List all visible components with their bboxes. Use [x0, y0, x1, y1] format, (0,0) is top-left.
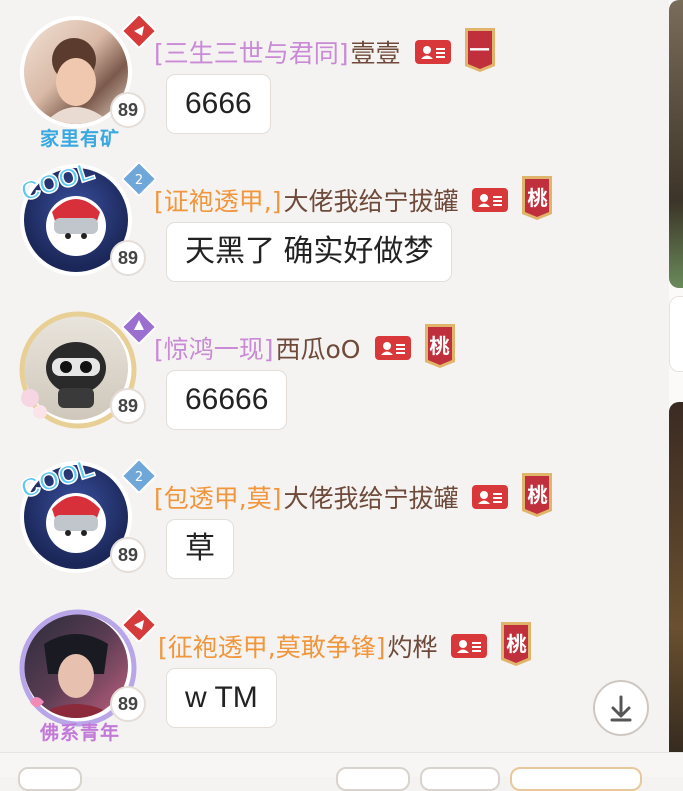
rank-label: 一: [469, 38, 490, 62]
fan-tag[interactable]: [证袍透甲,]: [154, 182, 281, 218]
level-badge: 89: [110, 92, 146, 128]
avatar-frame[interactable]: COOL 89 2: [16, 160, 156, 286]
rank-banner-icon: 一: [463, 28, 497, 72]
svg-text:COOL: COOL: [17, 160, 98, 207]
input-toolbar: [0, 752, 683, 791]
side-panel-card[interactable]: [669, 296, 683, 372]
level-badge: 89: [110, 537, 146, 573]
rank-banner-icon: 桃: [520, 176, 554, 220]
avatar-frame[interactable]: 家里有矿 89: [18, 14, 156, 150]
user-card-icon[interactable]: [472, 485, 509, 509]
noble-badge-icon: 2: [122, 162, 156, 196]
level-badge: 89: [110, 240, 146, 276]
user-card-icon[interactable]: [374, 336, 411, 360]
chat-message: 89 [惊鸿一现] 西瓜oO 桃 66666: [0, 310, 660, 454]
chat-message: COOL 89 2 [包透甲,莫] 大佬我给宁拔罐 桃 草: [0, 457, 660, 603]
rank-banner-icon: 桃: [423, 324, 457, 368]
level-badge: 89: [110, 686, 146, 722]
svg-text:2: 2: [135, 173, 143, 188]
message-bubble[interactable]: 6666: [166, 74, 271, 134]
side-video-card[interactable]: [669, 0, 683, 288]
chat-message: 家里有矿 89 [三生三世与君同] 壹壹 一 6666: [0, 14, 660, 158]
user-card-icon[interactable]: [414, 40, 451, 64]
fan-tag[interactable]: [征袍透甲,莫敢争锋]: [158, 628, 385, 664]
message-bubble[interactable]: 天黑了 确实好做梦: [166, 222, 453, 282]
rank-label: 桃: [527, 186, 548, 210]
chat-message: COOL 89 2 [证袍透甲,] 大佬我给宁拔罐 桃 天黑了 确实好做梦: [0, 160, 660, 306]
noble-badge-icon: [122, 14, 156, 48]
frame-caption: 家里有矿: [39, 128, 120, 150]
fan-tag[interactable]: [惊鸿一现]: [154, 330, 274, 366]
nickname[interactable]: 灼桦: [387, 628, 437, 664]
rank-label: 桃: [506, 632, 527, 656]
toolbar-button[interactable]: [336, 767, 410, 791]
message-bubble[interactable]: 草: [166, 519, 234, 579]
fan-tag[interactable]: [三生三世与君同]: [154, 34, 349, 70]
chat-message: 佛系青年 89 [征袍透甲,莫敢争锋] 灼桦 桃 w TM: [0, 608, 660, 752]
message-bubble[interactable]: w TM: [166, 668, 277, 728]
rank-banner-icon: 桃: [499, 622, 533, 666]
nickname[interactable]: 西瓜oO: [276, 330, 361, 366]
user-card-icon[interactable]: [472, 188, 509, 212]
nickname[interactable]: 大佬我给宁拔罐: [283, 182, 458, 218]
toolbar-button[interactable]: [420, 767, 500, 791]
avatar-frame[interactable]: 89: [18, 310, 156, 434]
message-bubble[interactable]: 66666: [166, 370, 288, 430]
side-video-card[interactable]: [669, 402, 683, 776]
toolbar-button[interactable]: [510, 767, 642, 791]
rank-label: 桃: [429, 334, 450, 358]
chat-panel[interactable]: 家里有矿 89 [三生三世与君同] 壹壹 一 6666 COOL 89 2 [证…: [0, 0, 669, 752]
rank-banner-icon: 桃: [520, 473, 554, 517]
level-badge: 89: [110, 388, 146, 424]
fan-tag[interactable]: [包透甲,莫]: [154, 479, 281, 515]
nickname[interactable]: 壹壹: [351, 34, 401, 70]
noble-badge-icon: [122, 310, 156, 344]
noble-badge-icon: [122, 608, 156, 642]
svg-text:COOL: COOL: [17, 457, 98, 504]
frame-caption: 佛系青年: [39, 722, 120, 744]
rank-label: 桃: [527, 483, 548, 507]
scroll-to-bottom-button[interactable]: [593, 680, 649, 736]
nickname[interactable]: 大佬我给宁拔罐: [283, 479, 458, 515]
user-card-icon[interactable]: [451, 634, 488, 658]
toolbar-button[interactable]: [18, 767, 82, 791]
noble-badge-icon: 2: [122, 459, 156, 493]
arrow-down-icon: [610, 695, 632, 722]
svg-text:2: 2: [135, 470, 143, 485]
avatar-frame[interactable]: 佛系青年 89: [18, 608, 156, 744]
avatar-frame[interactable]: COOL 89 2: [16, 457, 156, 583]
